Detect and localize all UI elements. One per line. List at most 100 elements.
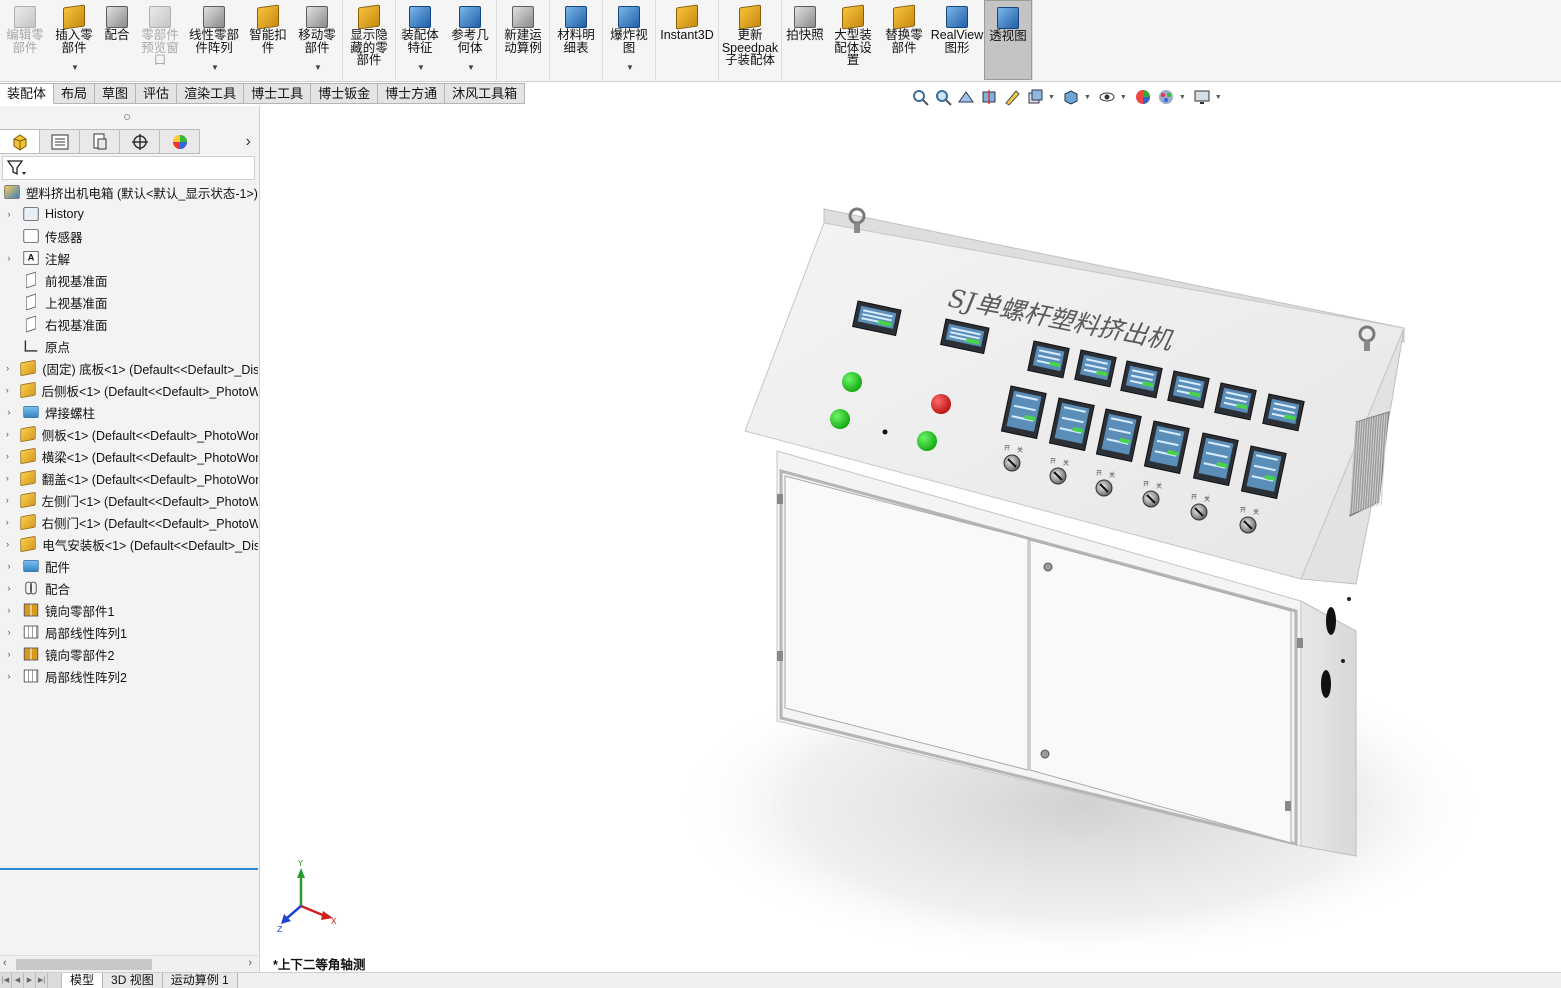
tree-item[interactable]: 传感器 — [0, 225, 258, 247]
display-manager-tab[interactable] — [160, 129, 200, 154]
tree-item[interactable]: › 翻盖<1> (Default<<Default>_PhotoWorks Dis… — [0, 467, 258, 489]
expand-arrow-icon[interactable]: › — [4, 253, 14, 263]
emergency-stop-button[interactable] — [931, 394, 951, 414]
command-tab[interactable]: 草图 — [95, 83, 137, 104]
expand-arrow-icon[interactable]: › — [4, 539, 11, 549]
bottom-tab[interactable]: 运动算例 1 — [162, 973, 238, 988]
tree-item[interactable]: › 横梁<1> (Default<<Default>_PhotoWorks Dis… — [0, 445, 258, 467]
mate-button[interactable]: 配合 — [98, 0, 136, 80]
command-tab[interactable]: 装配体 — [0, 83, 55, 104]
tree-item[interactable]: › 左侧门<1> (Default<<Default>_PhotoWorks Di… — [0, 489, 258, 511]
edit-component-button[interactable]: 编辑零 部件 — [0, 0, 50, 80]
expand-arrow-icon[interactable]: › — [4, 407, 14, 417]
command-tab[interactable]: 博士钣金 — [311, 83, 379, 104]
tree-item[interactable]: › 镜向零部件1 — [0, 599, 258, 621]
scroll-right-icon[interactable]: › — [248, 957, 252, 969]
assembly-features-button[interactable]: 装配体 特征 ▼ — [396, 0, 444, 80]
expand-arrow-icon[interactable]: › — [4, 209, 14, 219]
tree-item[interactable]: › 镜向零部件2 — [0, 643, 258, 665]
chevron-down-icon[interactable]: ▼ — [211, 63, 219, 72]
update-speedpak-button[interactable]: 更新 Speedpak 子装配体 — [719, 0, 781, 80]
tree-item[interactable]: 原点 — [0, 335, 258, 357]
instant3d-button[interactable]: Instant3D — [656, 0, 718, 80]
chevron-down-icon[interactable]: ▼ — [1179, 94, 1186, 101]
extruder-cabinet-model[interactable]: SJ单螺杆塑料挤出机 开关开 关开 关开 关开 关开关 Y X Z — [261, 106, 1561, 972]
graphics-area[interactable]: SJ单螺杆塑料挤出机 开关开关开关开关开关开关 Y X Z *上下二等角轴测 — [261, 106, 1561, 972]
chevron-down-icon[interactable]: ▼ — [626, 63, 634, 72]
move-component-button[interactable]: 移动零 部件 ▼ — [292, 0, 342, 80]
tree-item[interactable]: › 侧板<1> (Default<<Default>_PhotoWorks Dis… — [0, 423, 258, 445]
expand-arrow-icon[interactable]: › — [4, 671, 14, 681]
green-start-button[interactable] — [917, 431, 937, 451]
command-tab[interactable]: 评估 — [136, 83, 178, 104]
exploded-view-button[interactable]: 爆炸视 图 ▼ — [603, 0, 655, 80]
large-assembly-button[interactable]: 大型装 配体设 置 — [828, 0, 878, 80]
green-start-button[interactable] — [830, 409, 850, 429]
expand-arrow-icon[interactable]: › — [4, 649, 14, 659]
tab-scroll-icon[interactable] — [48, 973, 62, 988]
chevron-right-icon[interactable]: › — [246, 133, 251, 151]
hide-show-items-icon[interactable] — [1097, 87, 1117, 107]
horizontal-scrollbar[interactable]: ‹ › — [0, 955, 258, 972]
display-style-icon[interactable] — [1061, 87, 1081, 107]
view-settings-icon[interactable] — [1192, 87, 1212, 107]
chevron-down-icon[interactable]: ▼ — [417, 63, 425, 72]
linear-pattern-button[interactable]: 线性零部 件阵列 ▼ — [184, 0, 244, 80]
replace-component-button[interactable]: 替换零 部件 — [878, 0, 930, 80]
expand-arrow-icon[interactable]: › — [4, 517, 11, 527]
tree-item[interactable]: 上视基准面 — [0, 291, 258, 313]
expand-arrow-icon[interactable]: › — [4, 561, 14, 571]
command-tab[interactable]: 沐风工具箱 — [445, 83, 526, 104]
expand-arrow-icon[interactable]: › — [4, 627, 14, 637]
tree-item[interactable]: 前视基准面 — [0, 269, 258, 291]
snapshot-button[interactable]: 拍快照 — [782, 0, 828, 80]
feature-manager-tab[interactable] — [0, 129, 40, 154]
reference-geometry-button[interactable]: 参考几 何体 ▼ — [444, 0, 496, 80]
configuration-manager-tab[interactable] — [80, 129, 120, 154]
expand-arrow-icon[interactable]: › — [4, 605, 14, 615]
expand-arrow-icon[interactable]: › — [4, 451, 11, 461]
chevron-down-icon[interactable]: ▼ — [1215, 94, 1222, 101]
chevron-down-icon[interactable]: ▼ — [1048, 94, 1055, 101]
tree-item[interactable]: › History — [0, 203, 258, 225]
expand-arrow-icon[interactable]: › — [4, 583, 14, 593]
chevron-down-icon[interactable]: ▼ — [1120, 94, 1127, 101]
scroll-left-icon[interactable]: ‹ — [3, 957, 7, 969]
smart-fasteners-button[interactable]: 智能扣 件 — [244, 0, 292, 80]
expand-arrow-icon[interactable]: › — [4, 363, 11, 373]
tree-item[interactable]: › 配合 — [0, 577, 258, 599]
command-tab[interactable]: 博士工具 — [244, 83, 312, 104]
view-orientation-icon[interactable] — [1025, 87, 1045, 107]
scrollbar-thumb[interactable] — [16, 959, 152, 970]
command-tab[interactable]: 渲染工具 — [177, 83, 245, 104]
tree-item[interactable]: › A 注解 — [0, 247, 258, 269]
chevron-down-icon[interactable]: ▼ — [467, 63, 475, 72]
tree-item[interactable]: › 右侧门<1> (Default<<Default>_PhotoWorks Di… — [0, 511, 258, 533]
chevron-down-icon[interactable]: ▼ — [1084, 94, 1091, 101]
tree-item[interactable]: › 电气安装板<1> (Default<<Default>_Display Sta… — [0, 533, 258, 555]
apply-scene-icon[interactable] — [1156, 87, 1176, 107]
bottom-tab[interactable]: 模型 — [62, 973, 104, 988]
tree-item[interactable]: › 局部线性阵列1 — [0, 621, 258, 643]
tree-item[interactable]: › 后侧板<1> (Default<<Default>_PhotoWorks Di… — [0, 379, 258, 401]
dynamic-annotation-icon[interactable] — [1002, 87, 1022, 107]
tree-item[interactable]: › 焊接螺柱 — [0, 401, 258, 423]
tree-item[interactable]: › 配件 — [0, 555, 258, 577]
command-tab[interactable]: 博士方通 — [378, 83, 446, 104]
tree-filter-input[interactable] — [2, 156, 255, 180]
realview-button[interactable]: RealView 图形 — [930, 0, 984, 80]
property-manager-tab[interactable] — [40, 129, 80, 154]
green-start-button[interactable] — [842, 372, 862, 392]
dimxpert-manager-tab[interactable] — [120, 129, 160, 154]
tree-root-assembly[interactable]: 塑料挤出机电箱 (默认<默认_显示状态-1>) — [0, 181, 258, 203]
new-motion-study-button[interactable]: 新建运 动算例 — [497, 0, 549, 80]
expand-arrow-icon[interactable]: › — [4, 429, 11, 439]
chevron-down-icon[interactable]: ▼ — [71, 63, 79, 72]
expand-arrow-icon[interactable]: › — [4, 495, 11, 505]
insert-component-button[interactable]: 插入零 部件 ▼ — [50, 0, 98, 80]
section-view-icon[interactable] — [979, 87, 999, 107]
tree-rollback-bar[interactable] — [0, 868, 258, 870]
chevron-down-icon[interactable]: ▼ — [314, 63, 322, 72]
edit-appearance-icon[interactable] — [1133, 87, 1153, 107]
panel-splitter-grip[interactable] — [124, 114, 130, 120]
